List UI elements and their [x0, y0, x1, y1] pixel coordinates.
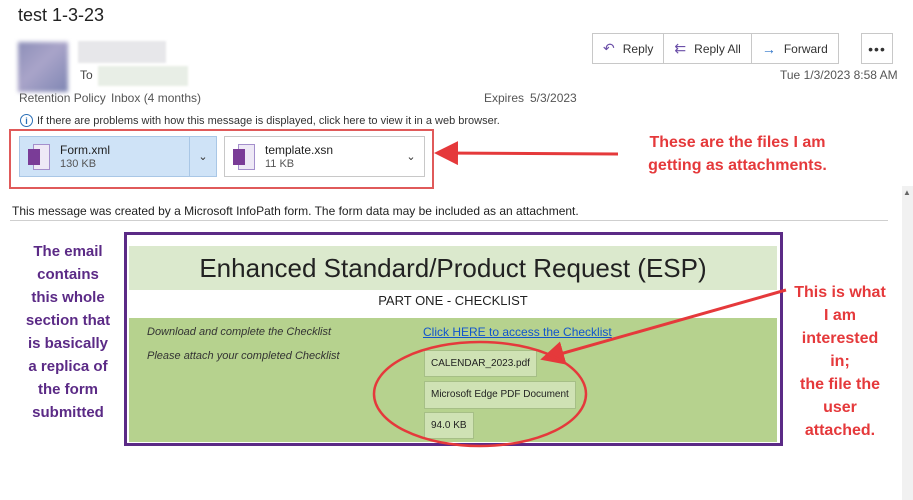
- annotation-overlay: [372, 141, 787, 448]
- annotation-arrow-file: [540, 288, 787, 365]
- annotation-arrow-attachments: [434, 141, 619, 166]
- annotation-ellipse: [372, 340, 588, 448]
